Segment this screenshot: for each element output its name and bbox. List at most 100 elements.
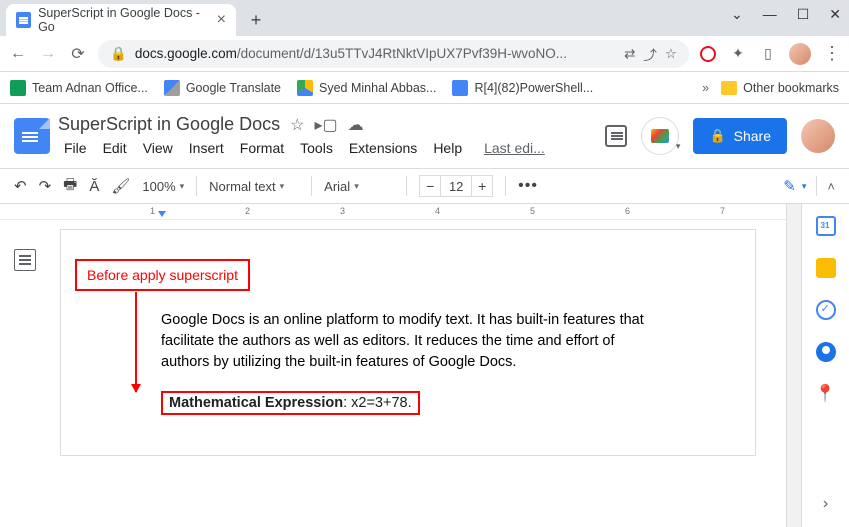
separator: [196, 176, 197, 196]
decrease-font-button[interactable]: −: [419, 175, 441, 197]
docs-icon: [452, 80, 468, 96]
document-canvas[interactable]: 1 2 3 4 5 6 7 Before apply superscript G…: [0, 204, 786, 527]
ruler-mark: 4: [435, 206, 440, 216]
lock-icon: 🔒: [110, 46, 127, 62]
other-bookmarks[interactable]: Other bookmarks: [721, 81, 839, 95]
menu-bar: File Edit View Insert Format Tools Exten…: [58, 138, 597, 158]
forward-icon: →: [38, 45, 58, 63]
comments-icon[interactable]: [605, 125, 627, 147]
profile-avatar[interactable]: [789, 43, 811, 65]
menu-format[interactable]: Format: [234, 138, 290, 158]
cloud-status-icon[interactable]: ☁: [348, 115, 364, 135]
move-document-icon[interactable]: ▸▢: [314, 115, 337, 135]
meet-icon: [651, 129, 669, 143]
browser-tab[interactable]: SuperScript in Google Docs - Go ×: [6, 4, 236, 36]
reading-list-icon[interactable]: ▯: [759, 45, 777, 63]
lock-icon: 🔒: [709, 128, 725, 144]
opera-extension-icon[interactable]: [699, 45, 717, 63]
close-tab-icon[interactable]: ×: [217, 11, 226, 29]
editing-mode-dropdown[interactable]: ✎▾: [783, 177, 806, 195]
folder-icon: [721, 81, 737, 95]
annotation-label: Before apply superscript: [75, 259, 250, 291]
ruler-mark: 2: [245, 206, 250, 216]
bookmark-syed-minhal[interactable]: Syed Minhal Abbas...: [297, 80, 436, 96]
drive-icon: [297, 80, 313, 96]
ruler-mark: 6: [625, 206, 630, 216]
print-icon[interactable]: 🖶: [63, 174, 77, 199]
separator: [311, 176, 312, 196]
undo-icon[interactable]: ↶: [14, 177, 27, 195]
bookmark-powershell[interactable]: R[4](82)PowerShell...: [452, 80, 593, 96]
keep-icon[interactable]: [816, 258, 836, 278]
bookmarks-overflow-icon[interactable]: »: [702, 81, 709, 95]
docs-logo[interactable]: [14, 118, 50, 154]
maps-icon[interactable]: [815, 384, 836, 404]
docs-header: SuperScript in Google Docs ☆ ▸▢ ☁ File E…: [0, 104, 849, 168]
redo-icon[interactable]: ↷: [39, 177, 52, 195]
document-title[interactable]: SuperScript in Google Docs: [58, 114, 280, 135]
menu-help[interactable]: Help: [427, 138, 468, 158]
menu-file[interactable]: File: [58, 138, 93, 158]
contacts-icon[interactable]: [816, 342, 836, 362]
tab-title: SuperScript in Google Docs - Go: [38, 6, 210, 34]
annotation-arrow-icon: [135, 292, 137, 392]
paint-format-icon[interactable]: 🖌: [111, 177, 130, 195]
sheets-icon: [10, 80, 26, 96]
translate-icon[interactable]: ⇄: [624, 46, 635, 62]
star-icon[interactable]: ☆: [665, 46, 677, 62]
style-dropdown[interactable]: Normal text: [209, 179, 299, 194]
expression-label: Mathematical Expression: [169, 395, 343, 411]
show-outline-icon[interactable]: [14, 249, 36, 271]
new-tab-button[interactable]: +: [242, 6, 270, 34]
extensions-icon[interactable]: ✦: [729, 45, 747, 63]
ruler[interactable]: 1 2 3 4 5 6 7: [0, 204, 786, 220]
font-size-control: − 12 +: [419, 175, 493, 197]
reload-icon[interactable]: ⟳: [68, 44, 88, 64]
expand-icon[interactable]: ˄: [827, 179, 835, 194]
ruler-mark: 1: [150, 206, 155, 216]
maximize-icon[interactable]: ☐: [797, 6, 810, 23]
ruler-mark: 5: [530, 206, 535, 216]
meet-button[interactable]: [641, 117, 679, 155]
increase-font-button[interactable]: +: [471, 175, 493, 197]
close-window-icon[interactable]: ✕: [829, 6, 841, 23]
translate-favicon: [164, 80, 180, 96]
pencil-icon: ✎: [783, 177, 796, 195]
browser-menu-icon[interactable]: ⋮: [823, 43, 841, 64]
bookmark-google-translate[interactable]: Google Translate: [164, 80, 281, 96]
main-area: 1 2 3 4 5 6 7 Before apply superscript G…: [0, 204, 849, 527]
zoom-dropdown[interactable]: 100%: [142, 179, 184, 194]
address-bar: ← → ⟳ 🔒 docs.google.com/document/d/13u5T…: [0, 36, 849, 72]
calendar-icon[interactable]: [816, 216, 836, 236]
hide-panel-icon[interactable]: ›: [823, 495, 828, 513]
font-dropdown[interactable]: Arial: [324, 179, 394, 194]
indent-marker-icon[interactable]: [158, 211, 166, 217]
expression-value: : x2=3+78.: [343, 395, 412, 411]
menu-edit[interactable]: Edit: [97, 138, 133, 158]
separator: [505, 176, 506, 196]
share-url-icon[interactable]: ⤴: [643, 44, 657, 64]
star-document-icon[interactable]: ☆: [290, 115, 304, 135]
share-button[interactable]: 🔒Share: [693, 118, 787, 154]
body-paragraph[interactable]: Google Docs is an online platform to mod…: [161, 310, 655, 373]
url-input[interactable]: 🔒 docs.google.com/document/d/13u5TTvJ4Rt…: [98, 40, 689, 68]
menu-view[interactable]: View: [137, 138, 179, 158]
menu-extensions[interactable]: Extensions: [343, 138, 423, 158]
account-avatar[interactable]: [801, 119, 835, 153]
more-tools-icon[interactable]: •••: [518, 177, 538, 195]
bookmark-team-adnan[interactable]: Team Adnan Office...: [10, 80, 148, 96]
ruler-mark: 7: [720, 206, 725, 216]
spellcheck-icon[interactable]: Ă: [89, 178, 99, 195]
font-size-value[interactable]: 12: [441, 175, 471, 197]
separator: [406, 176, 407, 196]
caret-down-icon[interactable]: ⌄: [731, 6, 743, 23]
menu-tools[interactable]: Tools: [294, 138, 339, 158]
tasks-icon[interactable]: [816, 300, 836, 320]
side-panel: ›: [801, 204, 849, 527]
vertical-scrollbar[interactable]: [786, 204, 801, 527]
back-icon[interactable]: ←: [8, 45, 28, 63]
minimize-icon[interactable]: —: [763, 6, 777, 23]
last-edit-link[interactable]: Last edi...: [478, 138, 551, 158]
expression-box[interactable]: Mathematical Expression: x2=3+78.: [161, 391, 420, 415]
menu-insert[interactable]: Insert: [183, 138, 230, 158]
